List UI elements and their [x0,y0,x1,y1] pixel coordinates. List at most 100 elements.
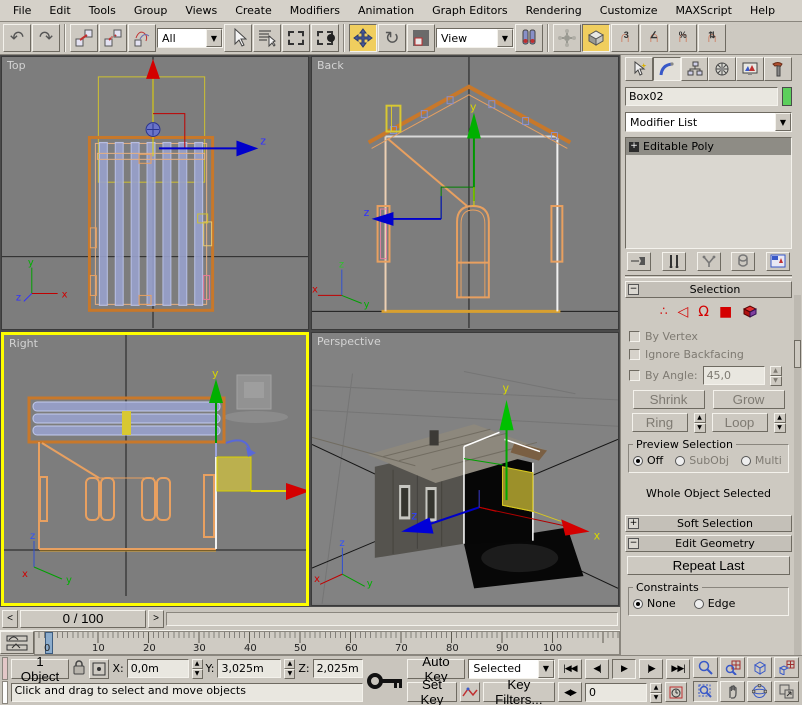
zoom-extents-button[interactable] [747,657,772,678]
open-mini-curve-editor-button[interactable] [0,631,34,654]
pan-button[interactable] [720,681,745,702]
viewport-back-label[interactable]: Back [317,59,344,72]
border-icon[interactable]: Ω [698,304,709,322]
motion-tab[interactable] [708,57,736,81]
menu-graph-editors[interactable]: Graph Editors [423,2,517,19]
time-configuration-button[interactable] [665,682,687,702]
set-keys-area[interactable] [366,657,404,704]
menu-edit[interactable]: Edit [40,2,79,19]
percent-snap-button[interactable]: ∩% [669,24,697,52]
grow-button[interactable]: Grow [713,390,785,409]
time-slider-track[interactable] [166,612,618,626]
select-object-button[interactable] [224,24,252,52]
y-coordinate-field[interactable] [217,659,281,678]
create-tab[interactable] [625,57,653,81]
selected-polygon[interactable] [217,457,251,491]
loop-spinner[interactable]: ▲▼ [774,413,786,432]
collapse-icon[interactable]: − [628,284,639,295]
menu-customize[interactable]: Customize [591,2,667,19]
auto-key-button[interactable]: Auto Key [407,659,466,679]
menu-maxscript[interactable]: MAXScript [667,2,741,19]
zoom-extents-all-button[interactable] [774,657,799,678]
chevron-down-icon[interactable]: ▼ [497,29,513,47]
go-to-start-button[interactable]: |◀◀ [558,659,582,679]
maxscript-mini-listener[interactable] [2,657,8,704]
object-color-swatch[interactable] [782,87,792,106]
redo-button[interactable]: ↷ [32,24,60,52]
viewport-top-label[interactable]: Top [7,59,26,72]
ring-button[interactable]: Ring [632,413,688,432]
modify-tab[interactable] [653,57,681,81]
angle-snap-button[interactable]: ∩3 [611,24,639,52]
previous-frame-button[interactable]: ◀| [585,659,609,679]
x-coordinate-field[interactable] [127,659,189,678]
vertex-icon[interactable]: ∴ [660,304,668,322]
key-mode-toggle-button[interactable]: ◀▶ [558,682,582,702]
time-spinner[interactable]: ▲▼ [650,683,662,702]
menu-animation[interactable]: Animation [349,2,423,19]
use-pivot-center-button[interactable] [515,24,543,52]
display-tab[interactable] [736,57,764,81]
set-key-button[interactable]: Set Key [407,682,458,702]
loop-button[interactable]: Loop [712,413,768,432]
absolute-offset-toggle[interactable] [89,659,109,679]
time-slider[interactable]: 0 / 100 [20,610,146,628]
panel-scrollbar-thumb[interactable] [794,340,801,368]
remove-modifier-button[interactable] [731,252,755,271]
menu-create[interactable]: Create [226,2,281,19]
key-filters-button[interactable]: Key Filters... [483,682,555,702]
window-crossing-button[interactable] [311,24,339,52]
next-frame-button[interactable]: |▶ [639,659,663,679]
edit-geometry-header[interactable]: − Edit Geometry [625,535,792,552]
preview-subobj-radio[interactable] [675,456,685,466]
by-angle-checkbox[interactable] [629,370,640,381]
bind-to-spacewarp-button[interactable] [128,24,156,52]
viewport-top[interactable]: Top [1,56,309,330]
selection-filter-dropdown[interactable]: All ▼ [157,28,223,48]
selection-rollout-header[interactable]: − Selection [625,281,792,298]
track-bar-ruler[interactable]: 0 10 20 30 40 50 60 70 80 90 100 [34,631,620,655]
viewport-back[interactable]: Back [311,56,619,330]
next-frame-arrow[interactable]: > [148,610,164,628]
listener-script-pane[interactable] [2,681,8,704]
chevron-down-icon[interactable]: ▼ [206,29,222,47]
expand-stack-icon[interactable]: + [629,142,639,152]
reference-coord-dropdown[interactable]: View ▼ [436,28,514,48]
by-angle-field[interactable] [703,366,765,385]
rect-selection-region-button[interactable] [282,24,310,52]
by-angle-spinner[interactable]: ▲▼ [770,366,782,385]
collapse-icon[interactable]: − [628,538,639,549]
gizmo-z-arrow[interactable] [372,212,394,226]
menu-rendering[interactable]: Rendering [517,2,591,19]
arc-rotate-button[interactable] [747,681,772,702]
show-end-result-button[interactable] [662,252,686,271]
key-mode-dropdown[interactable]: Selected ▼ [468,659,555,679]
repeat-last-button[interactable]: Repeat Last [627,556,790,575]
y-spinner[interactable]: ▲▼ [284,659,295,678]
modifier-stack[interactable]: + Editable Poly [625,137,792,249]
selection-lock-icon[interactable] [72,659,86,678]
unlink-selection-button[interactable] [99,24,127,52]
ignore-backfacing-checkbox[interactable] [629,349,640,360]
spinner-snap-button[interactable]: ∩⇅ [698,24,726,52]
snap-toggle-button[interactable] [582,24,610,52]
menu-modifiers[interactable]: Modifiers [281,2,349,19]
go-to-end-button[interactable]: ▶▶| [666,659,690,679]
menu-views[interactable]: Views [176,2,226,19]
gizmo-z-arrow[interactable] [236,140,258,156]
shrink-button[interactable]: Shrink [633,390,705,409]
select-and-manipulate-button[interactable] [553,24,581,52]
zoom-button[interactable] [693,657,718,678]
expand-icon[interactable]: + [628,518,639,529]
default-in-out-tangents-button[interactable] [460,682,479,702]
utilities-tab[interactable] [764,57,792,81]
play-button[interactable]: ▶ [612,659,636,679]
current-time-field[interactable] [585,683,647,702]
soft-selection-header[interactable]: + Soft Selection [625,515,792,532]
select-and-link-button[interactable] [70,24,98,52]
constraint-edge-radio[interactable] [694,599,704,609]
ring-spinner[interactable]: ▲▼ [694,413,706,432]
select-and-rotate-button[interactable]: ↻ [378,24,406,52]
viewport-perspective[interactable]: Perspective [311,332,619,606]
angle-snap-toggle-button[interactable]: ∩∠ [640,24,668,52]
